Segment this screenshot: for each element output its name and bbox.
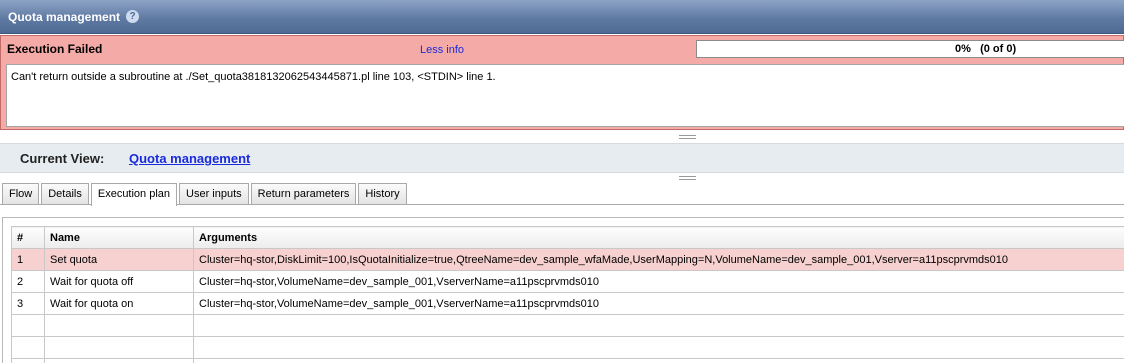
window-title: Quota management xyxy=(8,9,121,24)
status-title: Execution Failed xyxy=(7,42,103,56)
tab-execution-plan[interactable]: Execution plan xyxy=(90,183,178,206)
tab-user-inputs[interactable]: User inputs xyxy=(179,183,249,204)
execution-plan-table: # Name Arguments 1 Set quota Cluster=hq-st… xyxy=(11,226,1124,363)
current-view-bar: Current View: Quota management xyxy=(0,143,1124,173)
row-arguments: Cluster=hq-stor,VolumeName=dev_sample_00… xyxy=(193,292,1124,315)
table-row[interactable]: 2 Wait for quota off Cluster=hq-stor,Volum… xyxy=(11,270,1124,293)
empty-table-row xyxy=(11,358,1124,363)
empty-cell xyxy=(11,358,45,363)
progress-text: 0% (0 of 0) xyxy=(955,43,1017,55)
empty-cell xyxy=(44,336,194,359)
row-number: 3 xyxy=(11,292,45,315)
row-number: 1 xyxy=(11,248,45,271)
row-name: Wait for quota on xyxy=(44,292,194,315)
row-number: 2 xyxy=(11,270,45,293)
row-arguments: Cluster=hq-stor,DiskLimit=100,IsQuotaIni… xyxy=(193,248,1124,271)
tab-strip: Flow Details Execution plan User inputs Retu… xyxy=(2,183,409,206)
tab-flow[interactable]: Flow xyxy=(2,183,40,204)
current-view-label: Current View: xyxy=(20,151,105,166)
empty-cell xyxy=(193,314,1124,337)
empty-cell xyxy=(193,336,1124,359)
row-name: Wait for quota off xyxy=(44,270,194,293)
row-name: Set quota xyxy=(44,248,194,271)
tab-details[interactable]: Details xyxy=(41,183,89,204)
help-icon[interactable]: ? xyxy=(126,10,140,23)
column-header-number[interactable]: # xyxy=(11,226,45,249)
empty-cell xyxy=(44,314,194,337)
table-header-row: # Name Arguments xyxy=(11,226,1124,249)
title-bar: Quota management ? xyxy=(0,0,1124,34)
column-header-arguments[interactable]: Arguments xyxy=(193,226,1124,249)
empty-cell xyxy=(193,358,1124,363)
current-view-link[interactable]: Quota management xyxy=(129,151,250,166)
error-message-box: Can't return outside a subroutine at ./S… xyxy=(6,64,1124,127)
empty-cell xyxy=(11,336,45,359)
error-message: Can't return outside a subroutine at ./S… xyxy=(11,71,496,83)
less-info-link[interactable]: Less info xyxy=(420,44,464,56)
progress-bar: 0% (0 of 0) xyxy=(696,40,1124,58)
table-row[interactable]: 1 Set quota Cluster=hq-stor,DiskLimit=100,… xyxy=(11,248,1124,271)
table-row[interactable]: 3 Wait for quota on Cluster=hq-stor,Volume… xyxy=(11,292,1124,315)
column-header-name[interactable]: Name xyxy=(44,226,194,249)
splitter-handle-bottom[interactable] xyxy=(679,176,696,182)
empty-table-row xyxy=(11,314,1124,337)
empty-table-row xyxy=(11,336,1124,359)
tab-return-parameters[interactable]: Return parameters xyxy=(250,183,357,204)
empty-cell xyxy=(11,314,45,337)
empty-cell xyxy=(44,358,194,363)
splitter-handle-top[interactable] xyxy=(679,135,696,141)
execution-status-panel: Execution Failed Less info 0% (0 of 0) C… xyxy=(0,35,1124,130)
tab-history[interactable]: History xyxy=(358,183,407,204)
row-arguments: Cluster=hq-stor,VolumeName=dev_sample_00… xyxy=(193,270,1124,293)
